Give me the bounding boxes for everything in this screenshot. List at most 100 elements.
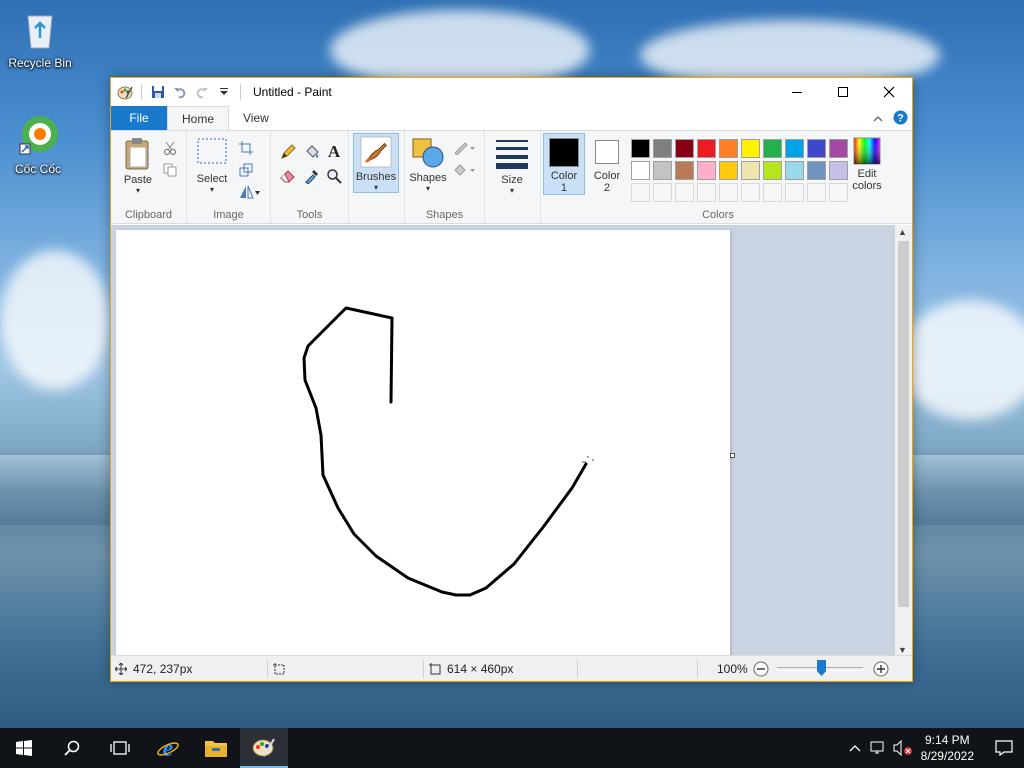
color-swatch[interactable] bbox=[763, 139, 782, 158]
copy-icon[interactable] bbox=[161, 161, 179, 179]
color2-button[interactable]: Color 2 bbox=[587, 133, 627, 195]
scrollbar-thumb[interactable] bbox=[898, 241, 909, 607]
empty-color-slot[interactable] bbox=[697, 183, 716, 202]
color-swatch[interactable] bbox=[719, 139, 738, 158]
empty-color-slot[interactable] bbox=[675, 183, 694, 202]
color1-swatch bbox=[549, 138, 579, 167]
select-button[interactable]: Select ▾ bbox=[195, 137, 229, 194]
cloud bbox=[900, 300, 1024, 420]
rotate-icon[interactable] bbox=[237, 183, 263, 201]
network-button[interactable] bbox=[867, 740, 891, 756]
fill-bucket-icon[interactable] bbox=[303, 143, 321, 161]
crop-icon[interactable] bbox=[237, 139, 255, 157]
color-swatch[interactable] bbox=[785, 139, 804, 158]
canvas-resize-handle[interactable] bbox=[730, 453, 735, 458]
maximize-button[interactable] bbox=[820, 78, 866, 106]
color-swatch[interactable] bbox=[653, 139, 672, 158]
outline-icon[interactable] bbox=[451, 139, 479, 157]
text-tool-icon[interactable]: A bbox=[325, 142, 343, 161]
color-swatch[interactable] bbox=[697, 161, 716, 180]
cursor-position-text: 472, 237px bbox=[133, 662, 193, 676]
group-label-image: Image bbox=[213, 209, 244, 221]
separator bbox=[141, 84, 142, 100]
minimize-button[interactable] bbox=[774, 78, 820, 106]
color-swatch[interactable] bbox=[807, 139, 826, 158]
cut-icon[interactable] bbox=[161, 139, 179, 157]
search-icon bbox=[64, 740, 80, 756]
pencil-icon[interactable] bbox=[279, 143, 297, 161]
color-swatch[interactable] bbox=[785, 161, 804, 180]
edit-colors-button[interactable]: Edit colors bbox=[845, 137, 889, 192]
scroll-down-icon[interactable]: ▼ bbox=[898, 645, 907, 655]
tab-home[interactable]: Home bbox=[167, 106, 230, 130]
action-center-button[interactable] bbox=[984, 740, 1024, 756]
help-icon[interactable]: ? bbox=[893, 110, 908, 128]
paint-taskbar-button[interactable] bbox=[240, 728, 288, 768]
color-swatch[interactable] bbox=[653, 161, 672, 180]
resize-icon[interactable] bbox=[237, 161, 255, 179]
show-hidden-icons-button[interactable] bbox=[843, 744, 867, 752]
zoom-slider[interactable] bbox=[777, 656, 863, 682]
brushes-button[interactable]: Brushes ▾ bbox=[353, 133, 399, 193]
chevron-down-icon: ▾ bbox=[135, 186, 140, 195]
color-swatch[interactable] bbox=[675, 161, 694, 180]
empty-color-slot[interactable] bbox=[631, 183, 650, 202]
zoom-slider-thumb[interactable] bbox=[817, 660, 826, 676]
color-swatch[interactable] bbox=[631, 161, 650, 180]
windows-logo-icon bbox=[16, 740, 32, 756]
selection-size bbox=[273, 656, 285, 682]
scroll-up-icon[interactable]: ▲ bbox=[898, 227, 907, 237]
color-swatch[interactable] bbox=[741, 139, 760, 158]
size-button[interactable]: Size ▾ bbox=[493, 137, 531, 195]
paste-button[interactable]: Paste ▾ bbox=[121, 137, 155, 195]
color-swatch[interactable] bbox=[741, 161, 760, 180]
empty-color-slot[interactable] bbox=[719, 183, 738, 202]
tab-view[interactable]: View bbox=[229, 106, 283, 130]
paint-app-icon[interactable] bbox=[117, 84, 133, 100]
customize-qat-icon[interactable] bbox=[216, 84, 232, 100]
start-button[interactable] bbox=[0, 728, 48, 768]
desktop-icon-coccoc[interactable]: Cốc Cốc bbox=[0, 114, 76, 176]
color-swatch[interactable] bbox=[675, 139, 694, 158]
clock[interactable]: 9:14 PM 8/29/2022 bbox=[921, 732, 974, 764]
quick-access-toolbar bbox=[111, 78, 243, 106]
color-picker-icon[interactable] bbox=[303, 167, 321, 185]
image-size-text: 614 × 460px bbox=[447, 662, 514, 676]
volume-button[interactable] bbox=[891, 740, 915, 756]
zoom-out-button[interactable] bbox=[753, 656, 769, 682]
fill-icon[interactable] bbox=[451, 161, 479, 179]
selection-size-icon bbox=[273, 663, 285, 675]
close-button[interactable] bbox=[866, 78, 912, 106]
task-view-button[interactable] bbox=[96, 728, 144, 768]
tab-file[interactable]: File bbox=[111, 106, 167, 130]
empty-color-slot[interactable] bbox=[741, 183, 760, 202]
empty-color-slot[interactable] bbox=[785, 183, 804, 202]
desktop-icon-recycle-bin[interactable]: Recycle Bin bbox=[2, 8, 78, 70]
file-explorer-button[interactable] bbox=[192, 728, 240, 768]
zoom-in-button[interactable] bbox=[873, 656, 889, 682]
shapes-button[interactable]: Shapes ▾ bbox=[409, 135, 447, 193]
save-icon[interactable] bbox=[150, 84, 166, 100]
group-size: Size ▾ bbox=[485, 131, 541, 223]
collapse-ribbon-icon[interactable] bbox=[873, 112, 883, 126]
magnifier-icon[interactable] bbox=[325, 167, 343, 185]
internet-explorer-button[interactable]: e bbox=[144, 728, 192, 768]
redo-icon[interactable] bbox=[194, 84, 210, 100]
color-swatch[interactable] bbox=[631, 139, 650, 158]
empty-color-slot[interactable] bbox=[653, 183, 672, 202]
search-button[interactable] bbox=[48, 728, 96, 768]
drawing-canvas[interactable] bbox=[116, 230, 730, 657]
vertical-scrollbar[interactable]: ▲ ▼ bbox=[895, 225, 912, 657]
color-swatch[interactable] bbox=[807, 161, 826, 180]
separator bbox=[697, 660, 698, 678]
color-swatch[interactable] bbox=[697, 139, 716, 158]
color-swatch[interactable] bbox=[719, 161, 738, 180]
chevron-up-icon bbox=[849, 745, 861, 752]
eraser-icon[interactable] bbox=[279, 167, 297, 185]
empty-color-slot[interactable] bbox=[807, 183, 826, 202]
color1-button[interactable]: Color 1 bbox=[543, 133, 585, 195]
undo-icon[interactable] bbox=[172, 84, 188, 100]
color-swatch[interactable] bbox=[763, 161, 782, 180]
empty-color-slot[interactable] bbox=[763, 183, 782, 202]
group-shapes: Shapes ▾ Shapes bbox=[405, 131, 485, 223]
